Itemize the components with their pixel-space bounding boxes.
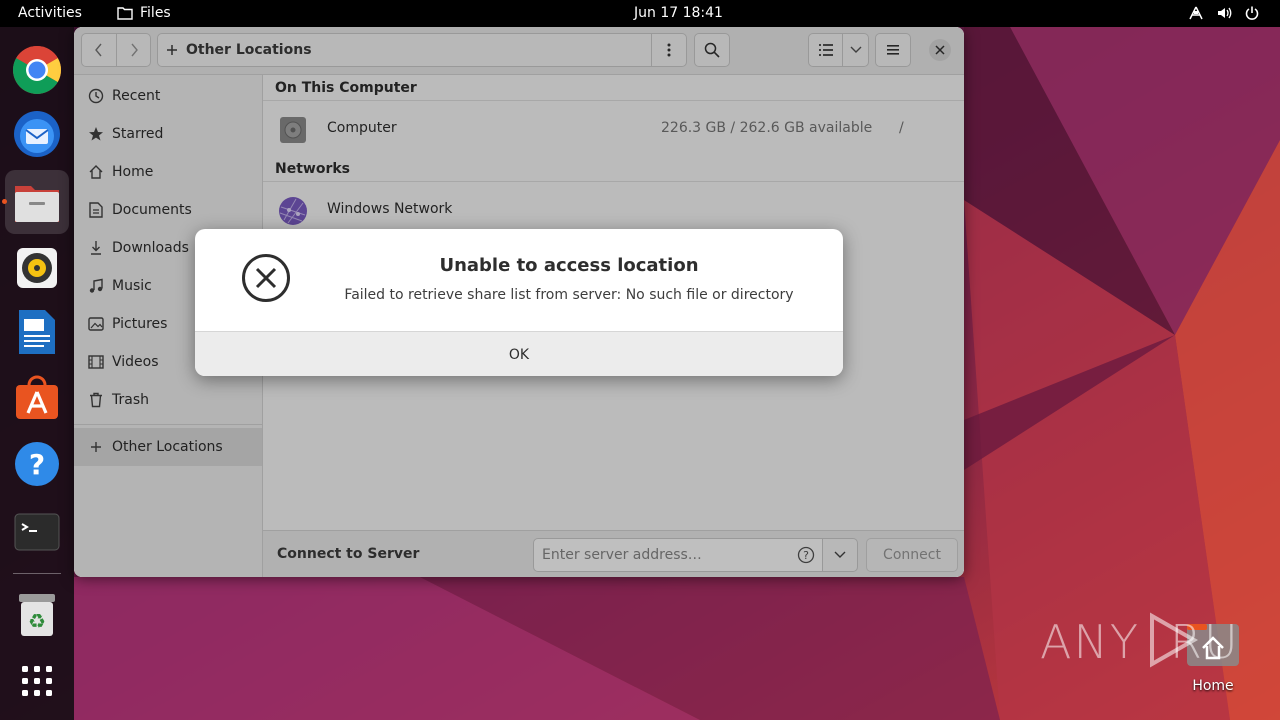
- trash-launcher[interactable]: ♻: [5, 583, 69, 647]
- svg-text:♻: ♻: [28, 609, 46, 633]
- anyrun-logo: ANY RUN: [1040, 612, 1274, 669]
- svg-text:RUN: RUN: [1170, 615, 1240, 669]
- error-dialog: Unable to access location Failed to retr…: [195, 229, 843, 376]
- top-bar: Activities Files Jun 17 18:41: [0, 0, 1280, 27]
- thunderbird-launcher[interactable]: [5, 102, 69, 166]
- svg-text:ANY: ANY: [1040, 615, 1140, 669]
- activities-button[interactable]: Activities: [18, 5, 82, 21]
- terminal-icon: [14, 513, 60, 551]
- dock-separator: [13, 573, 61, 574]
- power-icon: [1245, 6, 1259, 20]
- help-icon: ?: [15, 442, 59, 486]
- files-launcher[interactable]: [5, 170, 69, 234]
- dialog-message: Failed to retrieve share list from serve…: [344, 287, 794, 303]
- software-launcher[interactable]: [5, 366, 69, 430]
- thunderbird-icon: [14, 111, 60, 157]
- dialog-title: Unable to access location: [439, 255, 699, 276]
- terminal-launcher[interactable]: [5, 500, 69, 564]
- system-status-area[interactable]: [1188, 5, 1260, 21]
- network-icon: [1189, 6, 1203, 20]
- help-launcher[interactable]: ?: [5, 432, 69, 496]
- app-menu[interactable]: Files: [117, 5, 171, 21]
- trash-bin-icon: ♻: [19, 594, 55, 636]
- files-icon: [15, 186, 59, 222]
- app-grid-icon: [22, 666, 52, 696]
- watermark: ANY RUN: [1040, 610, 1274, 682]
- clock[interactable]: Jun 17 18:41: [634, 5, 723, 21]
- chrome-icon: [12, 45, 62, 95]
- rhythmbox-launcher[interactable]: [5, 236, 69, 300]
- volume-icon: [1218, 7, 1232, 19]
- writer-launcher[interactable]: [5, 300, 69, 364]
- running-indicator: [2, 199, 7, 204]
- app-menu-label: Files: [140, 5, 171, 21]
- rhythmbox-icon: [17, 248, 57, 288]
- chrome-launcher[interactable]: [5, 38, 69, 102]
- folder-icon: [117, 7, 133, 20]
- svg-text:?: ?: [29, 448, 45, 481]
- ok-button[interactable]: OK: [195, 331, 843, 376]
- writer-icon: [19, 310, 55, 354]
- software-store-icon: [16, 375, 58, 419]
- show-applications-button[interactable]: [5, 649, 69, 713]
- dock: ? ♻: [0, 27, 74, 720]
